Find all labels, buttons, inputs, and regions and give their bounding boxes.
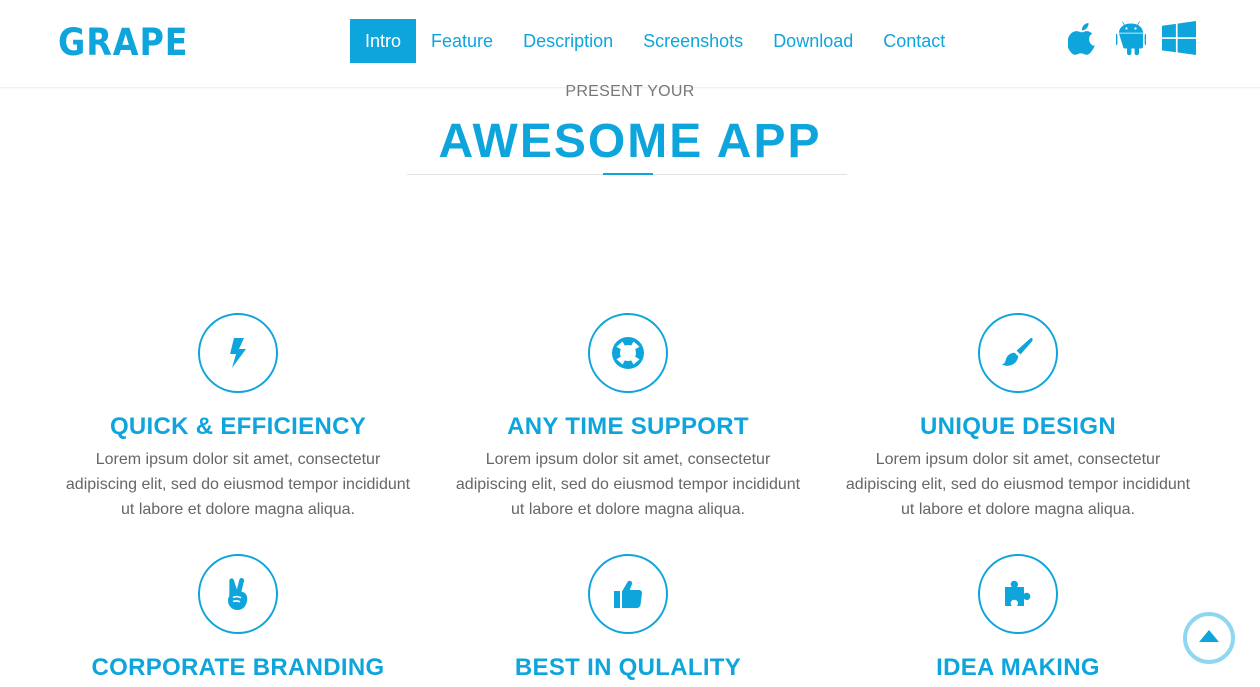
nav-item-feature[interactable]: Feature	[416, 19, 508, 63]
feature-description: Lorem ipsum dolor sit amet, consectetur …	[455, 451, 801, 518]
title-divider-accent	[603, 173, 653, 175]
nav-item-intro[interactable]: Intro	[350, 19, 417, 63]
intro-kicker: PRESENT YOUR	[565, 83, 695, 100]
page-title: AWESOME APP	[438, 115, 822, 168]
brand-logo[interactable]: GRAPE	[58, 22, 188, 64]
site-header: GRAPE Intro Feature Description Screensh…	[0, 0, 1260, 88]
lifebuoy-icon	[588, 313, 668, 393]
feature-description: Lorem ipsum dolor sit amet, consectetur …	[65, 451, 411, 518]
peace-hand-icon	[198, 554, 278, 634]
thumbs-up-icon	[588, 554, 668, 634]
feature-card: CORPORATE BRANDING	[43, 554, 433, 682]
windows-icon[interactable]	[1161, 18, 1197, 58]
feature-card: BEST IN QULALITY	[433, 554, 823, 682]
feature-card: ANY TIME SUPPORT Lorem ipsum dolor sit a…	[433, 313, 823, 522]
paintbrush-icon	[978, 313, 1058, 393]
feature-description: Lorem ipsum dolor sit amet, consectetur …	[845, 451, 1191, 518]
feature-title: UNIQUE DESIGN	[920, 413, 1116, 440]
caret-up-icon	[1199, 629, 1219, 647]
scroll-to-top-button[interactable]	[1183, 612, 1235, 664]
feature-title: IDEA MAKING	[936, 654, 1100, 681]
feature-title: QUICK & EFFICIENCY	[109, 413, 367, 440]
nav-item-screenshots[interactable]: Screenshots	[628, 19, 758, 63]
apple-icon[interactable]	[1065, 18, 1101, 58]
feature-card: IDEA MAKING	[823, 554, 1213, 682]
platform-links	[1065, 18, 1209, 58]
main-nav: Intro Feature Description Screenshots Do…	[350, 19, 960, 63]
android-icon[interactable]	[1113, 18, 1149, 58]
feature-title: CORPORATE BRANDING	[91, 654, 385, 681]
feature-title: BEST IN QULALITY	[514, 654, 742, 681]
feature-card: UNIQUE DESIGN Lorem ipsum dolor sit amet…	[823, 313, 1213, 522]
feature-card: QUICK & EFFICIENCY Lorem ipsum dolor sit…	[43, 313, 433, 522]
feature-title: ANY TIME SUPPORT	[507, 413, 749, 440]
puzzle-icon	[978, 554, 1058, 634]
lightning-icon	[198, 313, 278, 393]
nav-item-contact[interactable]: Contact	[868, 19, 960, 63]
nav-item-description[interactable]: Description	[508, 19, 628, 63]
nav-item-download[interactable]: Download	[758, 19, 868, 63]
